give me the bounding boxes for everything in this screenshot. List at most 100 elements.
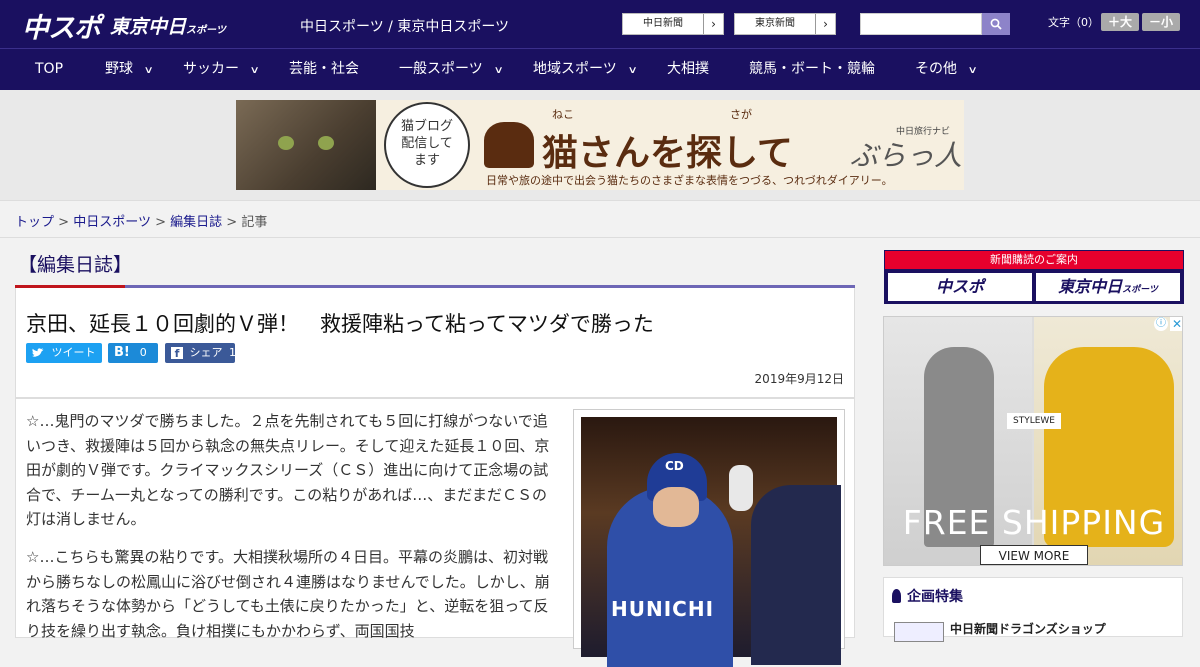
batting-glove xyxy=(729,465,753,511)
search-input[interactable] xyxy=(860,13,982,35)
article-header: 京田、延長１０回劇的Ｖ弾！ 救援陣粘って粘ってマツダで勝った ツイート B! 0… xyxy=(15,288,855,398)
nav-item-sumo[interactable]: 大相撲 xyxy=(667,49,709,89)
ad-close-icon[interactable]: ✕ xyxy=(1170,317,1182,331)
twitter-icon xyxy=(32,348,44,357)
article-photo-frame: CD HUNICHI xyxy=(573,409,845,667)
subscribe-tokyo-chunichi[interactable]: 東京中日スポーツ xyxy=(1036,273,1180,301)
main-nav: TOP 野球 ∨ サッカー ∨ 芸能・社会 一般スポーツ ∨ 地域スポーツ ∨ 大相撲 … xyxy=(0,48,1200,90)
article-paragraph: ☆…こちらも驚異の粘りです。大相撲秋場所の４日目。平幕の炎鵬は、初対戦から勝ちな… xyxy=(26,548,550,640)
ad-headline: FREE SHIPPING xyxy=(902,503,1166,542)
chunichi-shimbun-link-label: 中日新聞 xyxy=(643,18,683,29)
nav-item-general-sports[interactable]: 一般スポーツ ∨ xyxy=(399,49,504,89)
font-bigger-button[interactable]: ＋大 xyxy=(1101,13,1139,31)
article-body: ☆…鬼門のマツダで勝ちました。２点を先制されても５回に打線がつないで追いつき、救… xyxy=(15,398,855,667)
nav-label: 一般スポーツ xyxy=(399,61,483,77)
nav-label: TOP xyxy=(35,61,64,77)
cat-blog-banner[interactable]: 猫ブログ 配信して ます ねこ さが 猫さんを探して 中日旅行ナビ ぶらっ人 日… xyxy=(236,100,964,190)
article-paragraph: ☆…鬼門のマツダで勝ちました。２点を先制されても５回に打線がつないで追いつき、救… xyxy=(26,412,550,528)
player-face xyxy=(653,487,699,527)
section-title: 【編集日誌】 xyxy=(18,254,133,276)
cat-photo xyxy=(236,100,376,190)
feature-title: 企画特集 xyxy=(892,586,963,606)
facebook-share-label: シェア xyxy=(189,346,223,359)
chuspo-logo[interactable]: 中スポ xyxy=(22,6,101,45)
article-photo[interactable]: CD HUNICHI xyxy=(581,417,841,667)
hatena-bookmark-button[interactable]: B! 0 xyxy=(108,343,158,363)
facebook-share-count: 1 xyxy=(229,346,236,359)
jersey-text: HUNICHI xyxy=(611,597,715,621)
nav-item-racing[interactable]: 競馬・ボート・競輪 xyxy=(749,49,875,89)
pin-icon xyxy=(892,589,901,603)
font-size-label: 文字（0） xyxy=(1048,16,1099,29)
breadcrumb-link-chunichi-sports[interactable]: 中日スポーツ xyxy=(73,215,151,230)
tokyo-chunichi-logo[interactable]: 東京中日スポーツ xyxy=(110,12,226,39)
nav-label: 大相撲 xyxy=(667,61,709,77)
subscription-header: 新聞購読のご案内 xyxy=(885,251,1183,269)
tokyo-chunichi-logo-small: スポーツ xyxy=(186,25,226,36)
breadcrumb-separator: > xyxy=(155,215,166,230)
feature-thumbnail[interactable] xyxy=(894,622,944,642)
teammate-figure xyxy=(751,485,841,665)
breadcrumb-link-editorial-diary[interactable]: 編集日誌 xyxy=(170,215,222,230)
nav-item-baseball[interactable]: 野球 ∨ xyxy=(105,49,154,89)
subscribe-tokyo-chunichi-label: 東京中日 xyxy=(1058,277,1123,296)
nav-label: その他 xyxy=(915,61,957,77)
sidebar-ad[interactable]: ⓘ ✕ STYLEWE FREE SHIPPING VIEW MORE xyxy=(883,316,1183,566)
breadcrumb-link-top[interactable]: トップ xyxy=(15,215,54,230)
nav-label: 競馬・ボート・競輪 xyxy=(749,61,875,77)
search-icon xyxy=(990,18,1002,30)
banner-navi-logo: ぶらっ人 xyxy=(850,139,963,172)
breadcrumb-separator: > xyxy=(58,215,70,230)
tokyo-shimbun-link[interactable]: 東京新聞 › xyxy=(734,13,836,35)
site-title[interactable]: 中日スポーツ / 東京中日スポーツ xyxy=(300,16,509,36)
nav-label: 野球 xyxy=(105,61,133,77)
font-smaller-button[interactable]: －小 xyxy=(1142,13,1180,31)
nav-item-soccer[interactable]: サッカー ∨ xyxy=(183,49,260,89)
chevron-down-icon: ∨ xyxy=(143,65,154,76)
hatena-icon: B! xyxy=(114,345,130,360)
breadcrumb-separator: > xyxy=(226,215,238,230)
bubble-line: 配信して xyxy=(401,136,453,151)
nav-item-regional-sports[interactable]: 地域スポーツ ∨ xyxy=(533,49,638,89)
chevron-right-icon: › xyxy=(703,14,723,34)
bubble-line: 猫ブログ xyxy=(400,119,453,134)
banner-ruby: ねこ xyxy=(552,108,574,121)
nav-label: サッカー xyxy=(183,61,239,77)
chevron-down-icon: ∨ xyxy=(493,65,504,76)
banner-ruby: さが xyxy=(730,108,752,121)
article-date: 2019年9月12日 xyxy=(754,372,844,386)
cat-silhouette-icon xyxy=(484,122,534,168)
breadcrumb: トップ > 中日スポーツ > 編集日誌 > 記事 xyxy=(0,200,1200,238)
chevron-down-icon: ∨ xyxy=(627,65,638,76)
tweet-label: ツイート xyxy=(51,346,96,359)
subscription-banner[interactable]: 新聞購読のご案内 中スポ 東京中日スポーツ xyxy=(884,250,1184,304)
nav-label: 芸能・社会 xyxy=(289,61,359,77)
nav-item-top[interactable]: TOP xyxy=(35,49,63,89)
nav-item-entertainment[interactable]: 芸能・社会 xyxy=(289,49,359,89)
banner-subtitle: 日常や旅の途中で出会う猫たちのさまざまな表情をつづる、つれづれダイアリー。 xyxy=(486,174,893,187)
chevron-down-icon: ∨ xyxy=(967,65,978,76)
ad-view-more-button[interactable]: VIEW MORE xyxy=(980,545,1088,565)
subscribe-chuspo[interactable]: 中スポ xyxy=(888,273,1032,301)
subscribe-tokyo-chunichi-small: スポーツ xyxy=(1122,285,1158,295)
banner-title: 猫さんを探して xyxy=(542,133,793,174)
cat-eye xyxy=(318,136,334,150)
speech-bubble: 猫ブログ 配信して ます xyxy=(384,102,470,188)
facebook-share-button[interactable]: f シェア 1 xyxy=(165,343,236,363)
ad-info-icon[interactable]: ⓘ xyxy=(1154,317,1168,331)
nav-label: 地域スポーツ xyxy=(533,61,617,77)
cat-eye xyxy=(278,136,294,150)
search-button[interactable] xyxy=(982,13,1010,35)
chevron-down-icon: ∨ xyxy=(249,65,260,76)
nav-item-other[interactable]: その他 ∨ xyxy=(915,49,978,89)
article-headline: 京田、延長１０回劇的Ｖ弾！ 救援陣粘って粘ってマツダで勝った xyxy=(26,312,654,336)
tokyo-chunichi-logo-text: 東京中日 xyxy=(110,16,187,38)
chunichi-shimbun-link[interactable]: 中日新聞 › xyxy=(622,13,724,35)
top-header: 中スポ 東京中日スポーツ 中日スポーツ / 東京中日スポーツ 中日新聞 › 東京… xyxy=(0,0,1200,48)
ad-brand-label: STYLEWE xyxy=(1007,413,1061,429)
facebook-icon: f xyxy=(171,347,183,360)
feature-item-link[interactable]: 中日新聞ドラゴンズショップ xyxy=(950,620,1106,637)
tweet-button[interactable]: ツイート xyxy=(26,343,102,363)
chevron-right-icon: › xyxy=(815,14,835,34)
breadcrumb-trail: トップ > 中日スポーツ > 編集日誌 > 記事 xyxy=(15,211,267,230)
